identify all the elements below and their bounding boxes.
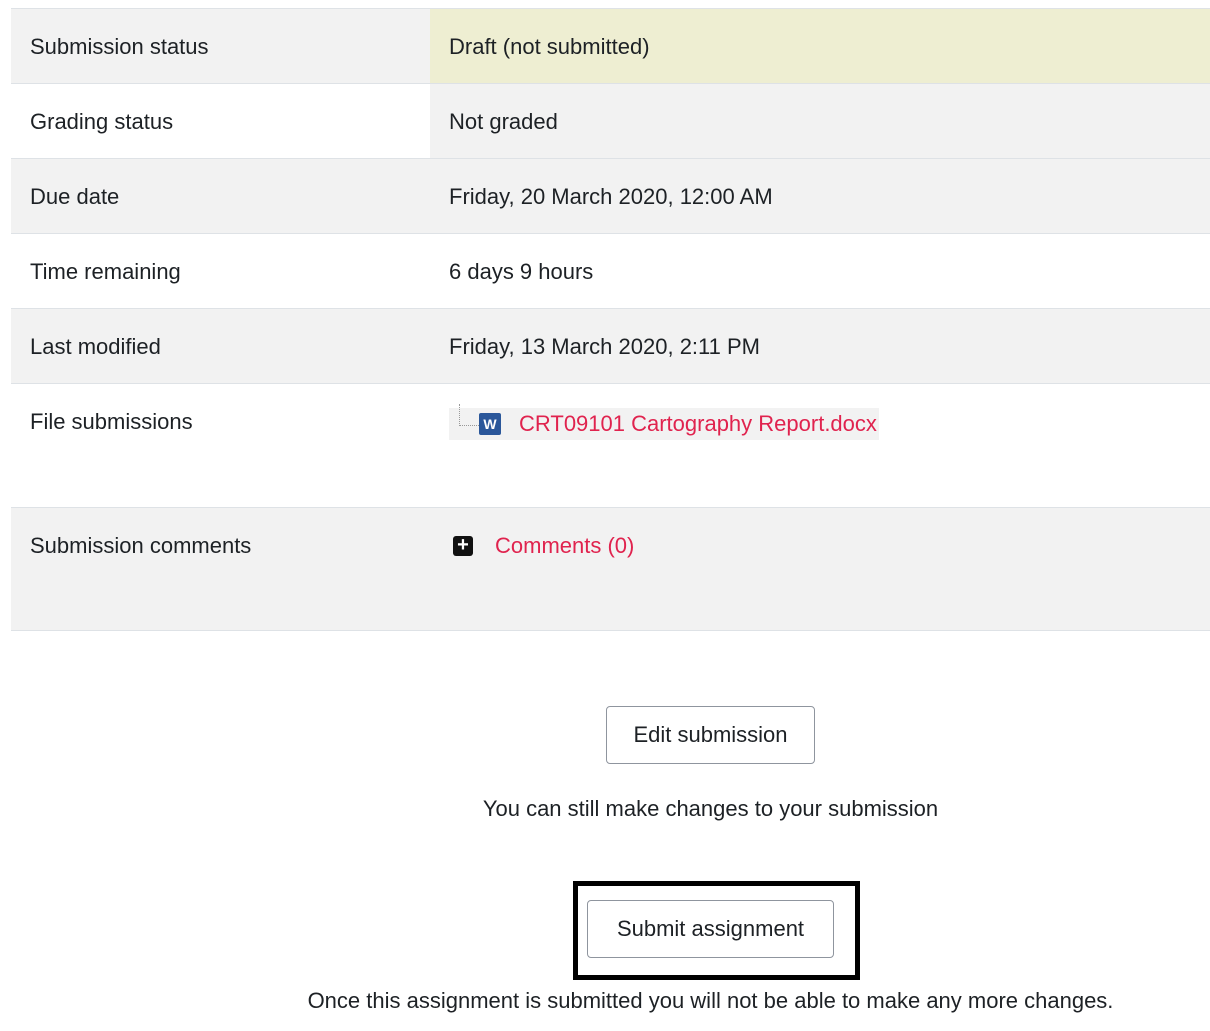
edit-submission-button[interactable]: Edit submission	[606, 706, 815, 764]
submit-warning-note: Once this assignment is submitted you wi…	[307, 988, 1114, 1013]
file-submissions-value: W CRT09101 Cartography Report.docx	[430, 384, 1210, 507]
edit-submission-note: You can still make changes to your submi…	[482, 796, 939, 821]
time-remaining-value: 6 days 9 hours	[449, 259, 594, 284]
file-tree-item: W CRT09101 Cartography Report.docx	[449, 404, 879, 440]
row-submission-status: Submission status Draft (not submitted)	[11, 9, 1210, 84]
row-label: Submission status	[11, 9, 430, 83]
row-label: File submissions	[30, 409, 193, 434]
submission-comments-value: + Comments (0)	[430, 508, 1210, 630]
comments-link[interactable]: Comments (0)	[495, 532, 634, 560]
comments-toggle[interactable]: + Comments (0)	[449, 532, 634, 560]
plus-icon[interactable]: +	[453, 535, 473, 556]
row-time-remaining: Time remaining 6 days 9 hours	[11, 234, 1210, 309]
row-label: Time remaining	[30, 259, 181, 284]
word-icon: W	[479, 413, 501, 435]
tree-connector	[459, 404, 479, 426]
row-label: Due date	[11, 159, 430, 233]
submitted-file-link[interactable]: CRT09101 Cartography Report.docx	[519, 410, 877, 438]
due-date-value: Friday, 20 March 2020, 12:00 AM	[430, 159, 1210, 233]
row-label: Last modified	[11, 309, 430, 383]
grading-status-value: Not graded	[430, 84, 1210, 158]
submit-assignment-button[interactable]: Submit assignment	[587, 900, 834, 958]
row-due-date: Due date Friday, 20 March 2020, 12:00 AM	[11, 159, 1210, 234]
row-file-submissions: File submissions W CRT09101 Cartography …	[11, 384, 1210, 508]
row-grading-status: Grading status Not graded	[11, 84, 1210, 159]
row-label: Submission comments	[11, 508, 430, 630]
submission-status-value: Draft (not submitted)	[430, 9, 1210, 83]
row-label: Grading status	[11, 84, 430, 158]
submission-status-table: Submission status Draft (not submitted) …	[11, 8, 1210, 631]
row-last-modified: Last modified Friday, 13 March 2020, 2:1…	[11, 309, 1210, 384]
last-modified-value: Friday, 13 March 2020, 2:11 PM	[430, 309, 1210, 383]
row-submission-comments: Submission comments + Comments (0)	[11, 508, 1210, 631]
